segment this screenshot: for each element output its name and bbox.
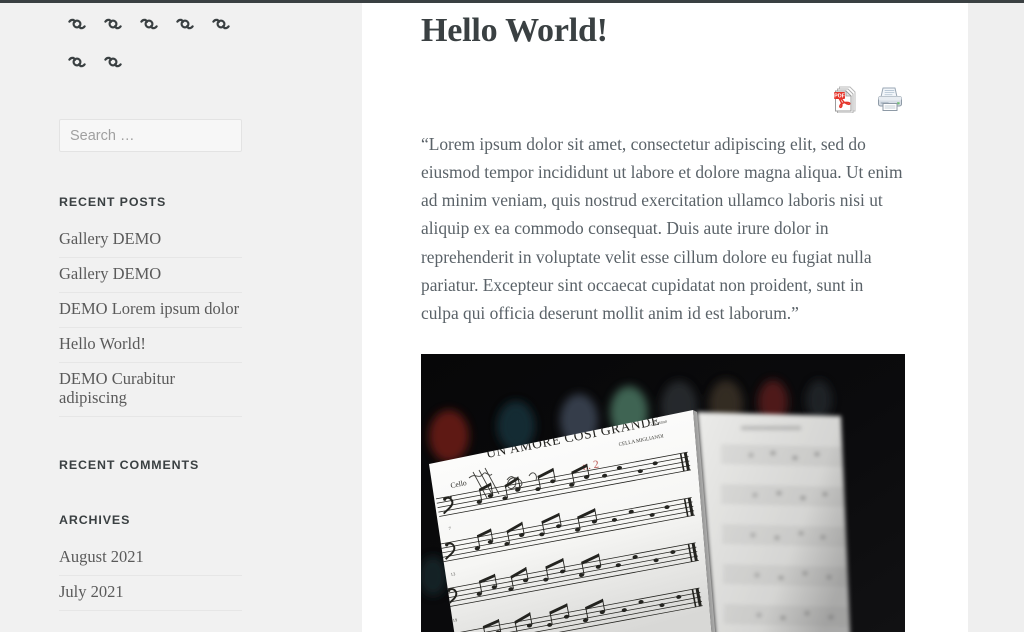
archive-link-1[interactable]: August 2021	[59, 541, 242, 575]
social-link-3[interactable]	[131, 5, 167, 43]
social-link-1[interactable]	[59, 5, 95, 43]
social-link-2[interactable]	[95, 5, 131, 43]
social-links-menu	[59, 3, 244, 81]
list-item: Hello World!	[59, 328, 242, 363]
print-button[interactable]	[876, 84, 904, 114]
site-container: Recent Posts Gallery DEMOGallery DEMODEM…	[0, 3, 968, 632]
social-link-7[interactable]	[95, 43, 131, 81]
list-item: DEMO Lorem ipsum dolor	[59, 293, 242, 328]
share-node-icon	[176, 18, 194, 30]
recent-post-link-5[interactable]: DEMO Curabitur adipiscing	[59, 363, 242, 416]
article-paragraph: “Lorem ipsum dolor sit amet, consectetur…	[421, 133, 903, 323]
top-border-rule	[0, 0, 1024, 3]
article-image: UN AMORE COSÌ GRANDE G. Fasano CELLA MIG…	[421, 354, 905, 632]
share-node-icon	[104, 56, 122, 68]
widget-recent-comments: Recent Comments	[59, 458, 302, 472]
share-node-icon	[104, 18, 122, 30]
widget-title-recent-comments: Recent Comments	[59, 457, 200, 472]
archives-list: August 2021 July 2021	[59, 541, 242, 611]
page-root: Recent Posts Gallery DEMOGallery DEMODEM…	[0, 0, 1024, 632]
document-actions: PDF	[421, 80, 904, 118]
search-input[interactable]	[59, 119, 242, 152]
recent-post-link-2[interactable]: Gallery DEMO	[59, 258, 242, 292]
social-link-5[interactable]	[203, 5, 239, 43]
widget-title-recent-posts: Recent Posts	[59, 195, 167, 209]
share-node-icon	[212, 18, 230, 30]
widget-title-archives: Archives	[59, 512, 131, 527]
recent-post-link-4[interactable]: Hello World!	[59, 328, 242, 362]
pdf-file-icon: PDF	[834, 86, 856, 113]
printer-icon	[878, 87, 902, 111]
save-as-pdf-button[interactable]: PDF	[832, 84, 860, 114]
social-link-6[interactable]	[59, 43, 95, 81]
main-content: Hello World! PDF “Lorem ipsum dolor sit …	[362, 3, 968, 632]
page-title: Hello World!	[421, 12, 608, 49]
list-item: DEMO Curabitur adipiscing	[59, 363, 242, 417]
recent-posts-list: Gallery DEMO Gallery DEMO DEMO Lorem ipsum…	[59, 223, 242, 417]
widget-recent-posts: Recent Posts Gallery DEMO Gallery DEMO DEM…	[59, 195, 302, 417]
sidebar: Recent Posts Gallery DEMOGallery DEMODEM…	[0, 3, 362, 632]
list-item: July 2021	[59, 576, 242, 611]
sheet-music-photo: UN AMORE COSÌ GRANDE G. Fasano CELLA MIG…	[421, 354, 905, 632]
share-node-icon	[140, 18, 158, 30]
search-form	[59, 119, 302, 152]
share-node-icon	[68, 18, 86, 30]
share-node-icon	[68, 56, 86, 68]
recent-post-link-1[interactable]: Gallery DEMO	[59, 223, 242, 257]
social-link-4[interactable]	[167, 5, 203, 43]
recent-post-link-3[interactable]: DEMO Lorem ipsum dolor	[59, 293, 242, 327]
widget-archives: Archives August 2021 July 2021	[59, 513, 302, 611]
list-item: Gallery DEMO	[59, 223, 242, 258]
list-item: Gallery DEMO	[59, 258, 242, 293]
archive-link-2[interactable]: July 2021	[59, 576, 242, 610]
list-item: August 2021	[59, 541, 242, 576]
